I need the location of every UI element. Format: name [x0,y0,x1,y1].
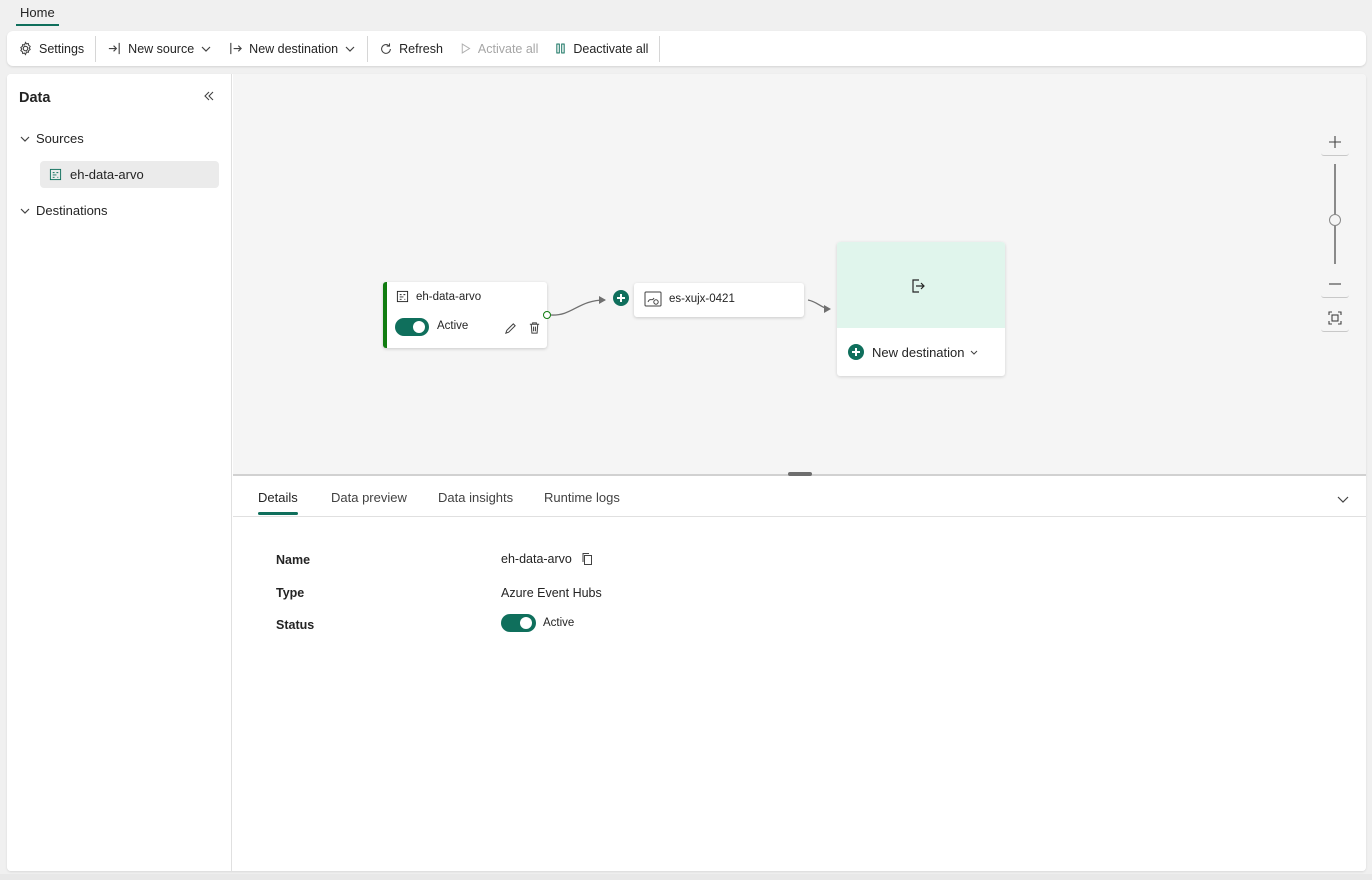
status-text: Active [543,617,575,629]
output-port[interactable] [543,311,551,319]
detail-type-label: Type [276,586,305,600]
source-node[interactable]: eh-data-arvo Active [383,282,547,348]
eventstream-node-header: es-xujx-0421 [644,291,735,307]
tab-details[interactable]: Details [258,490,298,515]
refresh-label: Refresh [399,41,443,56]
ribbon-tabs: Home [0,0,1372,28]
play-icon [461,43,471,54]
details-tabs: Details Data preview Data insights Runti… [233,476,1366,517]
collapse-icon[interactable] [202,89,216,103]
zoom-in-icon [1329,135,1341,148]
new-source-label: New source [128,41,195,56]
tab-data-insights[interactable]: Data insights [438,490,513,515]
detail-status-label: Status [276,618,315,632]
edit-icon[interactable] [504,322,517,335]
new-destination-label: New destination [872,344,965,360]
toolbar-divider [367,35,369,62]
toggle-knob [413,321,425,333]
sidebar-title: Data [19,90,51,106]
new-destination-dropdown[interactable]: New destination [848,344,978,360]
detail-type-value: Azure Event Hubs [501,586,602,600]
add-operation-button[interactable] [613,290,629,306]
activate-all-button[interactable]: Activate all [451,31,546,66]
toolbar-divider [95,35,97,62]
details-panel: Details Data preview Data insights Runti… [233,476,1366,871]
eventstream-icon [644,291,662,307]
zoom-out-icon [1329,282,1341,285]
refresh-button[interactable]: Refresh [371,31,451,66]
copy-icon[interactable] [581,552,594,566]
detail-name-label: Name [276,553,311,567]
pause-icon [556,43,566,54]
new-destination-label: New destination [249,41,339,56]
window-bottom-edge [0,874,1372,880]
fit-view-icon [1328,310,1342,325]
new-destination-icon [230,42,243,55]
source-active-toggle[interactable] [395,318,429,336]
chevron-down-icon [970,350,977,355]
new-source-icon [109,42,120,55]
status-toggle[interactable] [501,614,536,632]
deactivate-all-label: Deactivate all [573,41,649,56]
export-icon [912,279,925,293]
event-hub-icon [49,168,62,181]
sidebar-item-source[interactable]: eh-data-arvo [40,161,219,188]
collapse-panel-chevron-icon[interactable] [1336,492,1350,506]
sidebar-destinations-label: Destinations [36,203,108,218]
new-destination-button[interactable]: New destination [220,31,364,66]
delete-icon[interactable] [528,321,541,335]
sidebar-sources-header[interactable]: Sources [19,131,84,146]
new-source-button[interactable]: New source [99,31,220,66]
toolbar-divider [659,35,661,62]
chevron-down-icon [20,136,30,142]
source-status: Active [437,320,469,332]
eventstream-node-name: es-xujx-0421 [669,293,735,305]
add-icon [848,344,864,360]
toolbar: Settings New source New destination Refr… [7,31,1366,66]
source-node-header: eh-data-arvo [396,290,481,303]
event-hub-icon [396,290,409,303]
chevron-down-icon [20,208,30,214]
flow-canvas[interactable]: eh-data-arvo Active es-xujx-0421 New des… [233,74,1366,474]
zoom-out-button[interactable] [1321,270,1349,298]
settings-label: Settings [39,41,85,56]
eventstream-node[interactable]: es-xujx-0421 [634,283,804,317]
main-area: Data Sources eh-data-arvo Destinations e [7,74,1366,871]
sidebar-destinations-header[interactable]: Destinations [19,203,108,218]
activate-all-label: Activate all [477,41,539,56]
tab-runtime-logs[interactable]: Runtime logs [544,490,620,515]
sidebar-item-label: eh-data-arvo [70,167,144,182]
settings-button[interactable]: Settings [7,31,92,66]
tab-home[interactable]: Home [16,4,59,26]
source-name-text: eh-data-arvo [501,552,572,566]
data-sidebar: Data Sources eh-data-arvo Destinations [7,74,232,871]
deactivate-all-button[interactable]: Deactivate all [546,31,656,66]
sidebar-sources-label: Sources [36,131,84,146]
new-destination-card[interactable]: New destination [837,242,1005,376]
zoom-in-button[interactable] [1321,128,1349,156]
zoom-slider-thumb[interactable] [1329,214,1341,226]
chevron-down-icon [345,46,355,52]
chevron-down-icon [201,46,211,52]
connector-lines [550,296,831,316]
fit-view-button[interactable] [1321,304,1349,332]
detail-name-value: eh-data-arvo [501,552,594,566]
settings-icon [20,41,31,56]
destination-placeholder [837,242,1005,328]
refresh-icon [381,42,392,54]
tab-data-preview[interactable]: Data preview [331,490,407,515]
source-node-name: eh-data-arvo [416,290,482,303]
detail-status-value: Active [501,614,574,632]
toggle-knob [520,617,532,629]
